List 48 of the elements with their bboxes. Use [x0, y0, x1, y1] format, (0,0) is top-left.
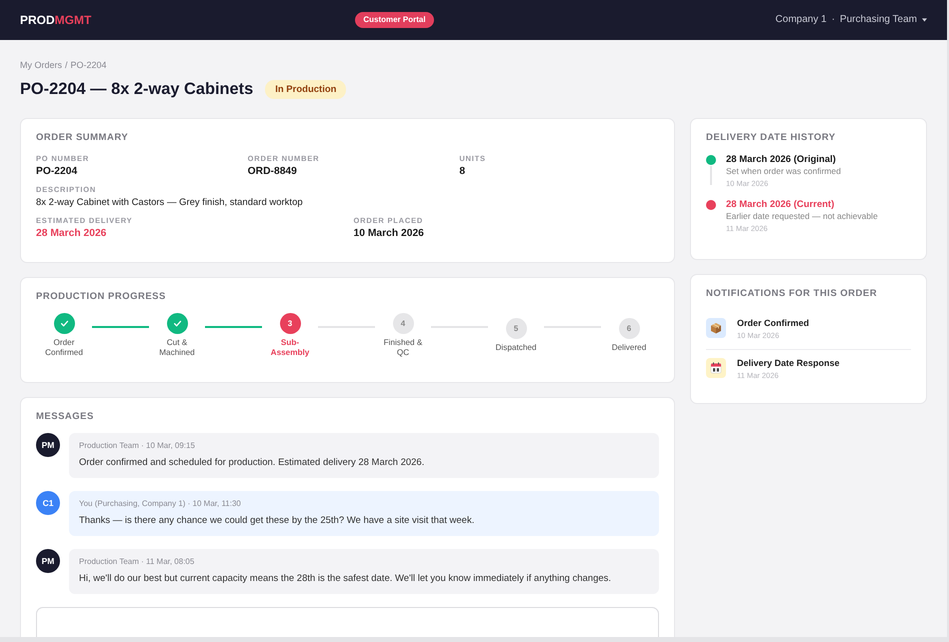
account-menu[interactable]: Company 1 · Purchasing Team: [775, 14, 927, 26]
field-value: 8: [459, 165, 466, 178]
breadcrumb-current: PO-2204: [70, 60, 107, 71]
field-value: 28 March 2026: [36, 227, 108, 240]
field-value: ORD-8849: [248, 165, 298, 178]
portal-badge: Customer Portal: [355, 12, 434, 28]
step-label: Order Confirmed: [44, 338, 84, 357]
message-text: Order confirmed and scheduled for production. Estimated delivery 28 March 2026.: [79, 456, 426, 469]
step-label: Dispatched: [494, 342, 538, 352]
step-number: 4: [392, 313, 414, 334]
card-title: PRODUCTION PROGRESS: [36, 291, 167, 303]
card-title: ORDER SUMMARY: [36, 132, 130, 144]
history-date: 28 March 2026 (Original): [726, 154, 837, 166]
notification-title[interactable]: Delivery Date Response: [737, 358, 840, 369]
status-badge: In Production: [265, 80, 346, 98]
step-label: Cut & Machined: [158, 338, 196, 357]
step-number: 3: [280, 313, 300, 334]
breadcrumb-separator: /: [65, 60, 68, 71]
step-label: Sub-Assembly: [270, 338, 310, 357]
card-title: MESSAGES: [36, 411, 95, 423]
step-number: 6: [618, 318, 640, 339]
step-connector: [92, 326, 149, 328]
calendar-icon: [706, 358, 726, 378]
page-title: PO-2204 — 8x 2-way Cabinets: [20, 79, 254, 99]
notification-title[interactable]: Order Confirmed: [737, 318, 810, 329]
field-value: 10 March 2026: [354, 227, 425, 240]
field-value: PO-2204: [36, 165, 78, 178]
logo: PRODMGMT: [20, 13, 92, 27]
message-meta: You (Purchasing, Company 1) · 10 Mar, 11:30: [79, 499, 242, 509]
avatar: PM: [36, 433, 60, 457]
avatar: C1: [36, 491, 60, 515]
message-meta: Production Team · 11 Mar, 08:05: [79, 557, 196, 567]
message-text: Hi, we'll do our best but current capacity means the 28th is the safest date. We'll let you know immediately if anything changes.: [79, 572, 612, 585]
step-label: Delivered: [610, 342, 648, 352]
message-meta: Production Team · 10 Mar, 09:15: [79, 441, 196, 451]
field-value: 8x 2-way Cabinet with Castors — Grey finish, standard worktop: [36, 196, 304, 209]
avatar: PM: [36, 549, 60, 573]
package-icon: [706, 318, 726, 338]
history-date: 28 March 2026 (Current): [726, 199, 836, 211]
step-connector: [205, 326, 262, 328]
caret-icon: [922, 18, 927, 22]
message-text: Thanks — is there any chance we could get these by the 25th? We have a site visit that week.: [79, 514, 476, 527]
history-note: Set when order was confirmed: [726, 166, 841, 177]
step-label: Finished & QC: [382, 338, 424, 357]
card-title: NOTIFICATIONS FOR THIS ORDER: [706, 288, 878, 300]
history-note: Earlier date requested — not achievable: [726, 211, 878, 222]
step-number: 5: [506, 318, 526, 339]
card-title: DELIVERY DATE HISTORY: [706, 132, 837, 144]
